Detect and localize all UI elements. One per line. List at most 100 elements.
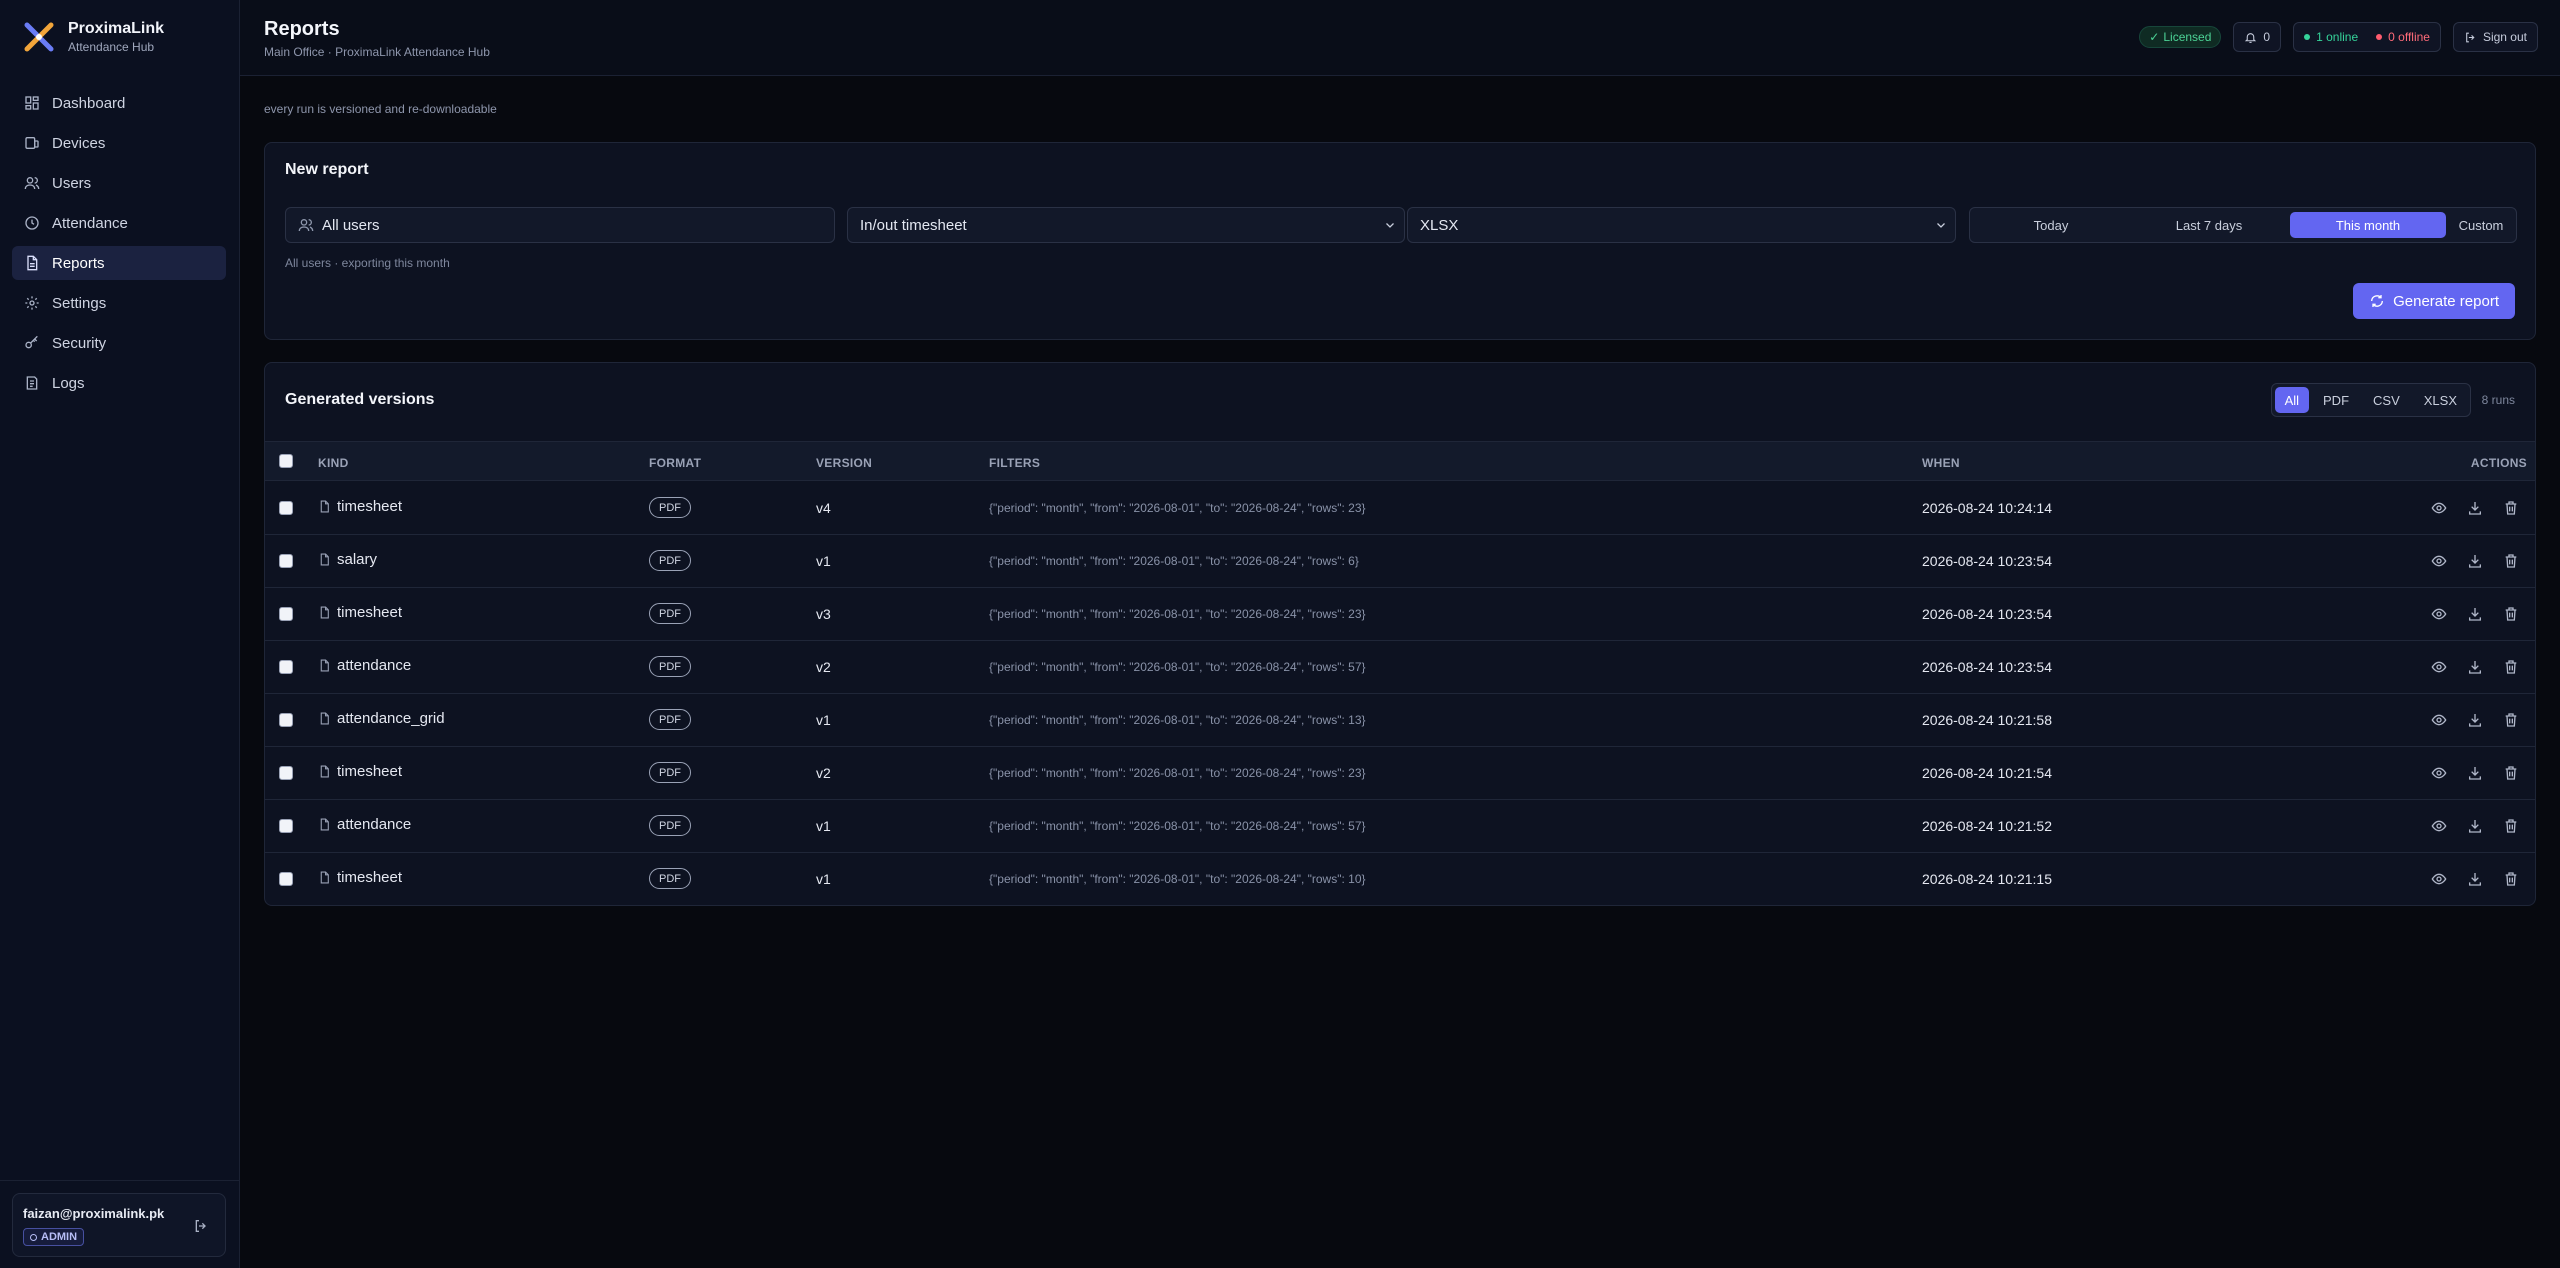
table-row: timesheet PDF v2 {"period": "month", "fr… — [265, 747, 2535, 800]
download-icon[interactable] — [2467, 606, 2483, 622]
sidebar-item-attendance[interactable]: Attendance — [12, 206, 226, 240]
row-kind-label: timesheet — [337, 763, 403, 780]
row-version: v1 — [816, 818, 831, 834]
role-label: ADMIN — [41, 1231, 78, 1243]
filter-csv[interactable]: CSV — [2363, 387, 2410, 413]
offline-count: 0 offline — [2388, 30, 2430, 44]
file-icon — [320, 553, 329, 566]
download-icon[interactable] — [2467, 712, 2483, 728]
row-kind-label: timesheet — [337, 498, 403, 515]
view-icon[interactable] — [2431, 553, 2447, 569]
row-checkbox[interactable] — [279, 872, 293, 886]
format-badge: PDF — [649, 762, 691, 783]
view-icon[interactable] — [2431, 606, 2447, 622]
file-icon — [320, 500, 329, 513]
row-filters: {"period": "month", "from": "2026-08-01"… — [989, 501, 1366, 515]
table-row: timesheet PDF v1 {"period": "month", "fr… — [265, 853, 2535, 905]
generated-versions-title: Generated versions — [285, 391, 435, 408]
format-select[interactable]: XLSX — [1407, 207, 1956, 243]
view-icon[interactable] — [2431, 818, 2447, 834]
trash-icon[interactable] — [2503, 659, 2519, 675]
download-icon[interactable] — [2467, 659, 2483, 675]
range-this-month[interactable]: This month — [2290, 212, 2446, 238]
row-filters: {"period": "month", "from": "2026-08-01"… — [989, 607, 1366, 621]
licensed-label: Licensed — [2163, 30, 2212, 44]
generate-report-button[interactable]: Generate report — [2353, 283, 2515, 319]
column-actions: ACTIONS — [2470, 456, 2527, 470]
chevron-down-icon — [1386, 223, 1394, 228]
trash-icon[interactable] — [2503, 712, 2519, 728]
download-icon[interactable] — [2467, 500, 2483, 516]
sidebar-item-label: Attendance — [52, 214, 128, 232]
trash-icon[interactable] — [2503, 765, 2519, 781]
row-when: 2026-08-24 10:23:54 — [1922, 659, 2052, 675]
view-icon[interactable] — [2431, 765, 2447, 781]
versioning-note: every run is versioned and re-downloadab… — [264, 102, 497, 116]
role-badge: ADMIN — [23, 1228, 85, 1246]
row-checkbox[interactable] — [279, 713, 293, 727]
sidebar-item-users[interactable]: Users — [12, 166, 226, 200]
sidebar-item-settings[interactable]: Settings — [12, 286, 226, 320]
download-icon[interactable] — [2467, 871, 2483, 887]
row-when: 2026-08-24 10:21:52 — [1922, 818, 2052, 834]
report-type-select[interactable]: In/out timesheet — [847, 207, 1405, 243]
sidebar-footer: faizan@proximalink.pk ADMIN — [0, 1180, 240, 1268]
sidebar-item-security[interactable]: Security — [12, 326, 226, 360]
download-icon[interactable] — [2467, 818, 2483, 834]
notifications-button[interactable]: 0 — [2233, 22, 2282, 52]
sidebar-item-logs[interactable]: Logs — [12, 366, 226, 400]
format-badge: PDF — [649, 815, 691, 836]
row-when: 2026-08-24 10:23:54 — [1922, 553, 2052, 569]
filter-xlsx[interactable]: XLSX — [2414, 387, 2467, 413]
download-icon[interactable] — [2467, 553, 2483, 569]
trash-icon[interactable] — [2503, 871, 2519, 887]
filter-pdf[interactable]: PDF — [2313, 387, 2359, 413]
file-icon — [320, 818, 329, 831]
range-last-7-days[interactable]: Last 7 days — [2132, 212, 2286, 238]
sidebar-item-label: Settings — [52, 294, 107, 312]
users-select[interactable]: All users — [285, 207, 835, 243]
filter-all[interactable]: All — [2274, 387, 2310, 413]
row-when: 2026-08-24 10:24:14 — [1922, 500, 2052, 516]
file-icon — [320, 765, 329, 778]
sign-out-button[interactable]: Sign out — [2452, 22, 2538, 52]
row-checkbox[interactable] — [279, 819, 293, 833]
trash-icon[interactable] — [2503, 500, 2519, 516]
brand[interactable]: ProximaLink Attendance Hub — [22, 20, 164, 54]
row-checkbox[interactable] — [279, 607, 293, 621]
row-kind-label: attendance — [337, 816, 412, 833]
offline-dot-icon — [2376, 34, 2383, 40]
format-value: XLSX — [1420, 216, 1459, 234]
row-version: v1 — [816, 712, 831, 728]
row-when: 2026-08-24 10:21:15 — [1922, 871, 2052, 887]
column-kind: KIND — [318, 456, 349, 470]
brand-name: ProximaLink — [68, 20, 165, 37]
sidebar-item-devices[interactable]: Devices — [12, 126, 226, 160]
trash-icon[interactable] — [2503, 606, 2519, 622]
trash-icon[interactable] — [2503, 818, 2519, 834]
download-icon[interactable] — [2467, 765, 2483, 781]
sidebar-item-dashboard[interactable]: Dashboard — [12, 86, 226, 120]
sidebar-item-reports[interactable]: Reports — [12, 246, 226, 280]
logout-icon[interactable] — [193, 1218, 209, 1234]
range-custom[interactable]: Custom — [2450, 212, 2512, 238]
view-icon[interactable] — [2431, 871, 2447, 887]
row-checkbox[interactable] — [279, 766, 293, 780]
range-today[interactable]: Today — [1974, 212, 2128, 238]
view-icon[interactable] — [2431, 659, 2447, 675]
select-all-checkbox[interactable] — [279, 454, 293, 468]
view-icon[interactable] — [2431, 500, 2447, 516]
check-icon: ✓ — [2149, 30, 2160, 44]
key-icon — [25, 335, 38, 349]
sidebar-item-label: Logs — [52, 374, 85, 392]
row-checkbox[interactable] — [279, 501, 293, 515]
row-checkbox[interactable] — [279, 554, 293, 568]
format-badge: PDF — [649, 603, 691, 624]
row-checkbox[interactable] — [279, 660, 293, 674]
logs-icon — [26, 376, 38, 390]
view-icon[interactable] — [2431, 712, 2447, 728]
device-status-button[interactable]: 1 online 0 offline — [2293, 22, 2441, 52]
trash-icon[interactable] — [2503, 553, 2519, 569]
gear-icon — [25, 296, 39, 310]
generate-report-label: Generate report — [2393, 292, 2499, 310]
